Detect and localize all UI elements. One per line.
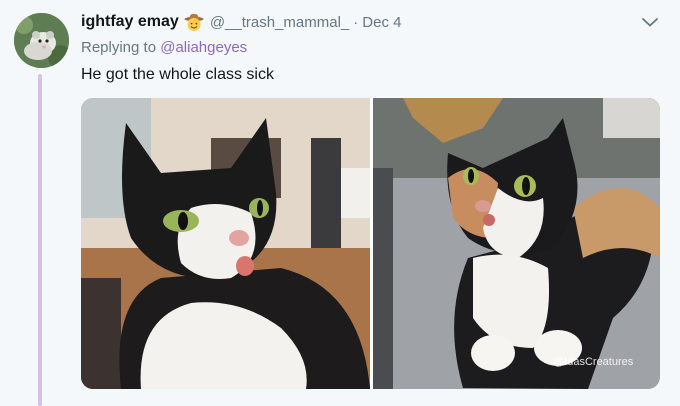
media-grid: @IdasCreatures: [81, 98, 660, 389]
thread-line: [38, 74, 42, 406]
photo-left[interactable]: [81, 98, 370, 389]
photo-right[interactable]: @IdasCreatures: [373, 98, 660, 389]
tweet-date[interactable]: Dec 4: [362, 14, 401, 31]
replying-to: Replying to @aliahgeyes: [81, 39, 247, 56]
separator-dot: ·: [353, 13, 359, 31]
tweet[interactable]: ightfay emay @__trash_mammal_ · Dec 4 Re…: [0, 0, 680, 406]
cowboy-face-icon: [184, 12, 204, 32]
display-name[interactable]: ightfay emay: [81, 13, 179, 31]
tweet-header: ightfay emay @__trash_mammal_ · Dec 4: [81, 11, 401, 33]
avatar[interactable]: [14, 13, 69, 68]
chevron-down-icon[interactable]: [640, 12, 660, 32]
replying-prefix: Replying to: [81, 39, 161, 56]
user-handle[interactable]: @__trash_mammal_: [210, 14, 349, 31]
photo-watermark: @IdasCreatures: [553, 356, 634, 368]
tweet-text: He got the whole class sick: [81, 66, 274, 83]
reply-target-link[interactable]: @aliahgeyes: [160, 39, 247, 56]
